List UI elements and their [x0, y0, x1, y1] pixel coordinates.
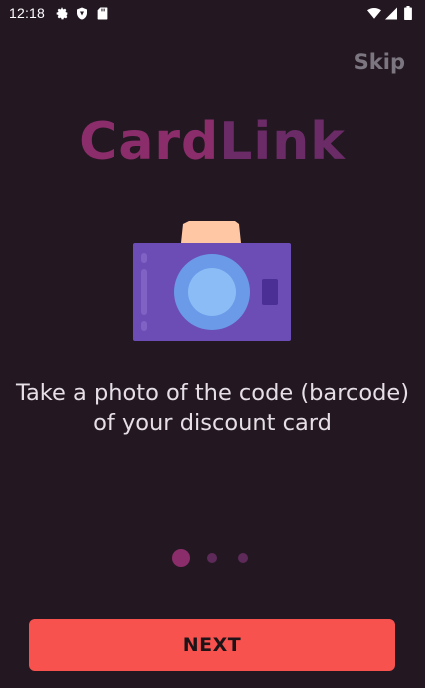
- next-button[interactable]: NEXT: [29, 619, 395, 671]
- signal-icon: [384, 6, 398, 20]
- shield-icon: [75, 6, 89, 20]
- description-line-1: Take a photo of the code (barcode): [16, 380, 409, 406]
- wifi-icon: [367, 6, 381, 20]
- status-bar: 12:18: [0, 0, 425, 26]
- page-indicator: [0, 548, 425, 568]
- status-right: [367, 6, 415, 20]
- skip-button[interactable]: Skip: [354, 50, 405, 74]
- page-dot-2[interactable]: [207, 553, 217, 563]
- logo-part-card: Card: [79, 112, 220, 172]
- battery-icon: [401, 6, 415, 20]
- sd-card-icon: [95, 6, 109, 20]
- status-time: 12:18: [9, 5, 46, 21]
- onboarding-description: Take a photo of the code (barcode) of yo…: [0, 378, 425, 438]
- status-left: 12:18: [9, 5, 109, 21]
- description-line-2: of your discount card: [93, 410, 332, 436]
- logo-part-link: Link: [219, 112, 346, 172]
- app-logo: CardLink: [0, 112, 425, 172]
- page-dot-3[interactable]: [238, 553, 248, 563]
- gear-icon: [55, 6, 69, 20]
- page-dot-1[interactable]: [172, 549, 190, 567]
- camera-icon: [133, 221, 291, 343]
